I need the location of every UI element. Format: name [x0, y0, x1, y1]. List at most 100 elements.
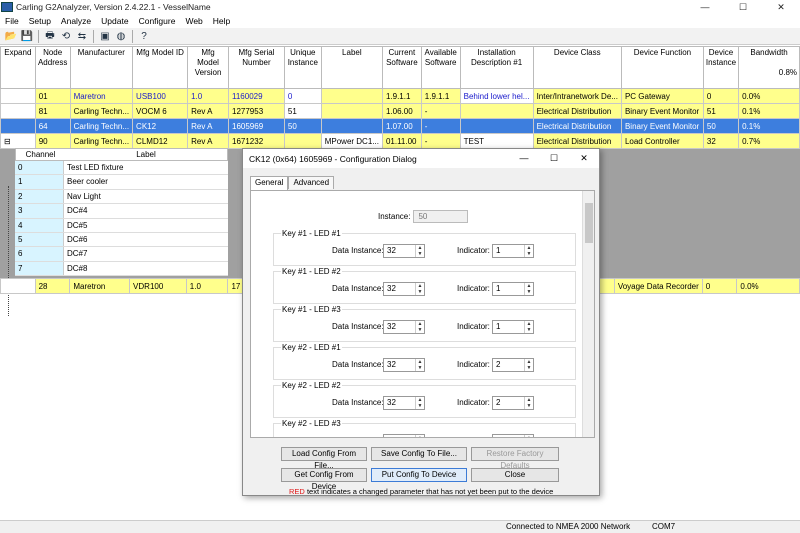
unique-instance-cell[interactable]: 51 [283, 103, 322, 119]
spin-arrows-icon[interactable]: ▲▼ [415, 283, 424, 295]
col-channel-label[interactable]: Label [65, 149, 227, 160]
spin-arrows-icon[interactable]: ▲▼ [524, 435, 533, 437]
label-cell[interactable] [320, 103, 383, 119]
get-config-button[interactable]: Get Config From Device [281, 468, 367, 491]
col-available-software[interactable]: Available Software [420, 46, 461, 89]
channel-label[interactable]: Beer cooler [64, 175, 228, 188]
close-button[interactable]: ✕ [762, 0, 800, 14]
list-item[interactable]: 1 Beer cooler [15, 175, 228, 190]
col-installation-desc[interactable]: Installation Description #1 [459, 46, 534, 89]
dialog-minimize-button[interactable]: — [509, 149, 539, 168]
indicator-stepper[interactable]: 1 ▲ ▼ [492, 244, 534, 258]
col-mfg-model-version[interactable]: Mfg Model Version [187, 46, 229, 89]
indicator-stepper[interactable]: 2 ▲▼ [492, 434, 534, 437]
spin-arrows-icon[interactable]: ▲▼ [524, 245, 533, 257]
save-config-button[interactable]: Save Config To File... [371, 447, 467, 461]
data-instance-stepper[interactable]: 32 ▲▼ [383, 434, 425, 437]
unique-instance-cell[interactable]: 0 [283, 88, 322, 104]
expand-cell[interactable] [0, 103, 36, 119]
menu-file[interactable]: File [0, 16, 24, 26]
col-unique-instance[interactable]: Unique Instance [283, 46, 322, 89]
spin-arrows-icon[interactable]: ▲▼ [524, 397, 533, 409]
network-icon[interactable]: ⟲ [59, 29, 73, 43]
spin-arrows-icon[interactable]: ▲▼ [524, 283, 533, 295]
maximize-button[interactable]: ☐ [724, 0, 762, 14]
data-instance-stepper[interactable]: 32 ▲▼ [383, 244, 425, 258]
menu-configure[interactable]: Configure [134, 16, 181, 26]
menu-setup[interactable]: Setup [24, 16, 56, 26]
channel-label[interactable]: DC#6 [64, 233, 228, 246]
help-icon[interactable]: ? [137, 29, 151, 43]
list-item[interactable]: 6 DC#7 [15, 247, 228, 262]
globe-icon[interactable]: ◍ [114, 29, 128, 43]
table-row-selected[interactable]: 64 Carling Techn... CK12 Rev A 1605969 5… [0, 118, 800, 134]
minimize-button[interactable]: — [686, 0, 724, 14]
save-icon[interactable]: 💾 [20, 29, 34, 43]
indicator-stepper[interactable]: 1 ▲ ▼ [492, 320, 534, 334]
table-row[interactable]: ⊟ 90 Carling Techn... CLMD12 Rev A 16712… [0, 133, 800, 149]
dialog-close-icon[interactable]: ✕ [569, 149, 599, 168]
dialog-title-bar[interactable]: CK12 (0x64) 1605969 - Configuration Dial… [243, 149, 599, 168]
spin-arrows-icon[interactable]: ▲▼ [415, 245, 424, 257]
open-icon[interactable]: 📂 [4, 29, 18, 43]
table-row[interactable]: 81 Carling Techn... VOCM 6 Rev A 1277953… [0, 103, 800, 119]
data-instance-stepper[interactable]: 32 ▲▼ [383, 282, 425, 296]
spin-arrows-icon[interactable]: ▲▼ [415, 321, 424, 333]
list-item[interactable]: 4 DC#5 [15, 218, 228, 233]
col-current-software[interactable]: Current Software [381, 46, 422, 89]
spin-arrows-icon[interactable]: ▲▼ [415, 397, 424, 409]
tab-advanced[interactable]: Advanced [288, 176, 335, 189]
indicator-stepper[interactable]: 2 ▲▼ [492, 396, 534, 410]
scrollbar-thumb[interactable] [585, 203, 593, 243]
channel-label[interactable]: DC#5 [64, 219, 228, 232]
channel-label[interactable]: DC#8 [64, 262, 228, 275]
col-device-class[interactable]: Device Class [532, 46, 622, 89]
load-config-button[interactable]: Load Config From File... [281, 447, 367, 470]
connect-icon[interactable]: ⇆ [75, 29, 89, 43]
panel-scrollbar[interactable] [582, 191, 594, 437]
channel-label[interactable]: DC#7 [64, 247, 228, 260]
desc-cell[interactable]: TEST [459, 133, 534, 149]
menu-update[interactable]: Update [96, 16, 133, 26]
dialog-close-button[interactable]: Close [471, 468, 559, 482]
col-mfg-serial[interactable]: Mfg Serial Number [228, 46, 285, 89]
menu-analyze[interactable]: Analyze [56, 16, 96, 26]
unique-instance-cell[interactable] [283, 133, 322, 149]
expand-cell[interactable] [0, 88, 36, 104]
spin-arrows-icon[interactable]: ▲▼ [524, 359, 533, 371]
data-instance-stepper[interactable]: 32 ▲▼ [383, 396, 425, 410]
channel-label[interactable]: DC#4 [64, 204, 228, 217]
data-instance-stepper[interactable]: 32 ▲▼ [383, 320, 425, 334]
spin-arrows-icon[interactable]: ▲▼ [524, 321, 533, 333]
list-item[interactable]: 5 DC#6 [15, 232, 228, 248]
data-instance-stepper[interactable]: 32 ▲▼ [383, 358, 425, 372]
col-channel[interactable]: Channel [16, 149, 65, 160]
list-item[interactable]: 3 DC#4 [15, 204, 228, 219]
channel-label[interactable]: Test LED fixture [64, 161, 228, 174]
spin-arrows-icon[interactable]: ▲▼ [415, 359, 424, 371]
tab-general[interactable]: General [250, 176, 289, 190]
print-icon[interactable]: 🖶 [43, 29, 57, 43]
put-config-button[interactable]: Put Config To Device [371, 468, 467, 482]
restore-defaults-button[interactable]: Restore Factory Defaults [471, 447, 559, 470]
dialog-maximize-button[interactable]: ☐ [539, 149, 569, 168]
label-cell[interactable]: MPower DC1... [320, 133, 383, 149]
label-cell[interactable] [320, 88, 383, 104]
collapse-toggle[interactable]: ⊟ [0, 133, 36, 149]
expand-cell[interactable] [0, 118, 36, 134]
list-item[interactable]: 7 DC#8 [15, 261, 228, 277]
col-mfg-model-id[interactable]: Mfg Model ID [132, 46, 189, 89]
list-item[interactable]: 2 Nav Light [15, 189, 228, 205]
expand-cell[interactable] [0, 278, 36, 294]
indicator-stepper[interactable]: 2 ▲▼ [492, 358, 534, 372]
col-label[interactable]: Label [320, 46, 383, 89]
display-icon[interactable]: ▣ [98, 29, 112, 43]
desc-cell[interactable] [459, 118, 534, 134]
col-expand[interactable]: Expand [0, 46, 36, 89]
desc-cell[interactable]: Behind lower hel... [459, 88, 534, 104]
list-item[interactable]: 0 Test LED fixture [15, 161, 228, 176]
menu-web[interactable]: Web [180, 16, 207, 26]
table-row[interactable]: 01 Maretron USB100 1.0 1160029 0 1.9.1.1… [0, 88, 800, 104]
col-node-address[interactable]: Node Address [34, 46, 71, 89]
label-cell[interactable] [320, 118, 383, 134]
